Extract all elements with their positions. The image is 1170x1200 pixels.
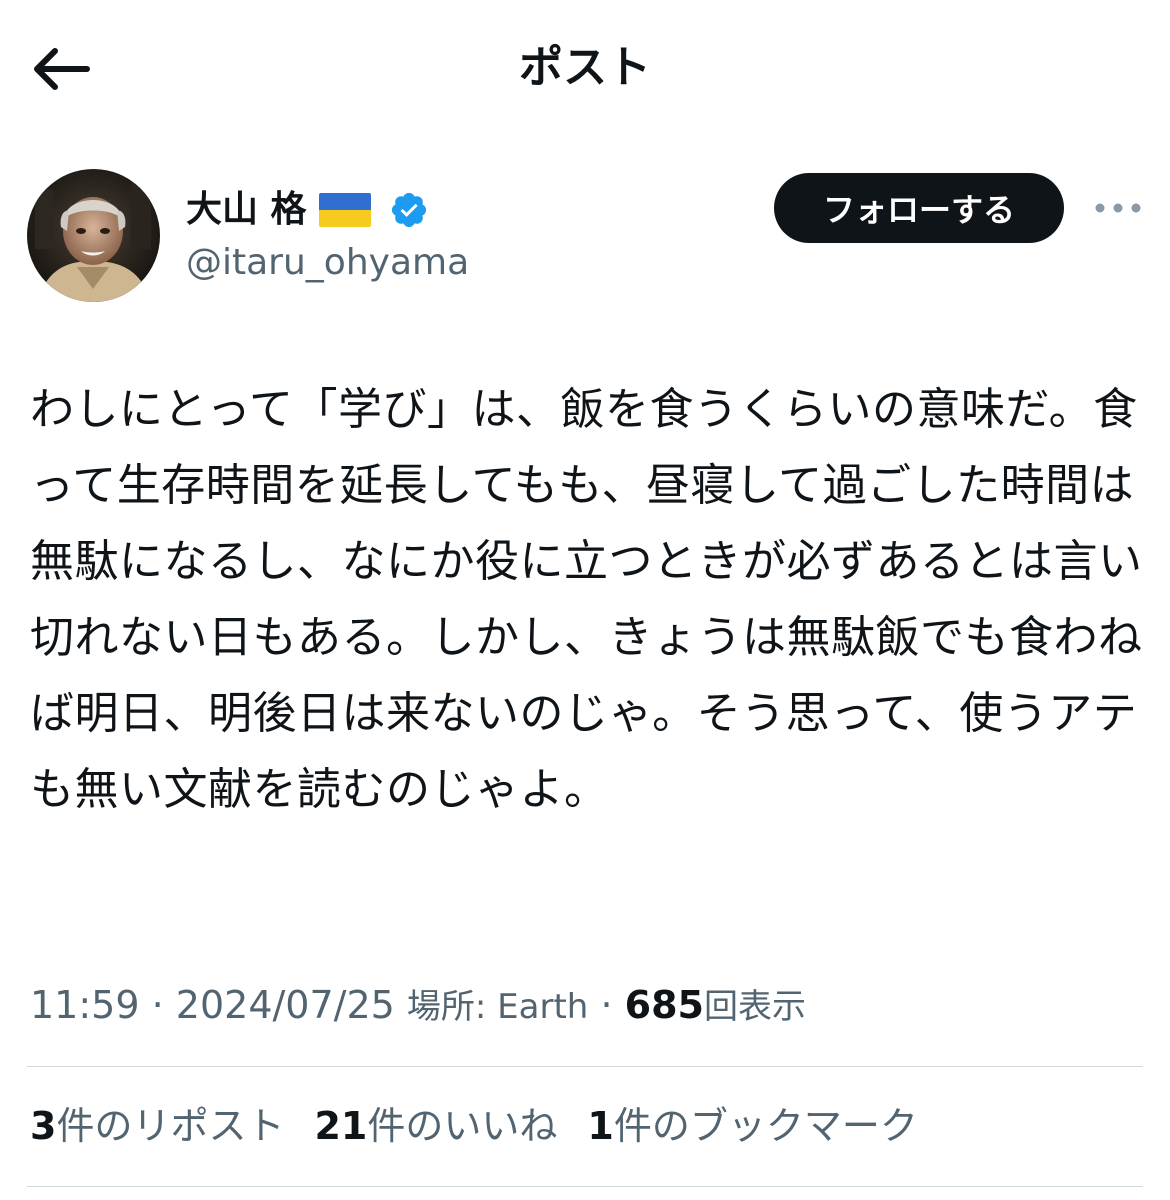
divider [27,1186,1143,1187]
meta-separator: · [151,983,164,1027]
author-name[interactable]: 大山 格 [186,186,307,234]
bookmarks-label: 件のブックマーク [613,1104,918,1148]
post-date[interactable]: 2024/07/25 [176,983,395,1027]
reposts-label: 件のリポスト [56,1104,285,1148]
page-title: ポスト [519,42,651,93]
bookmarks-stat[interactable]: 1件のブックマーク [587,1098,917,1154]
author-handle[interactable]: @itaru_ohyama [186,238,469,288]
author-name-row[interactable]: 大山 格 [186,182,429,238]
divider [27,1066,1143,1067]
more-button[interactable] [1090,190,1146,226]
post-location: 場所: Earth [406,987,589,1027]
views-label: 回表示 [703,987,806,1027]
bookmarks-count: 1 [587,1104,614,1148]
reposts-stat[interactable]: 3件のリポスト [30,1098,284,1154]
top-bar: ポスト [0,0,1170,140]
post-time[interactable]: 11:59 [30,983,140,1027]
reposts-count: 3 [30,1104,57,1148]
likes-stat[interactable]: 21件のいいね [314,1098,557,1154]
meta-separator: · [600,983,613,1027]
ukraine-flag-icon [318,193,371,227]
likes-count: 21 [314,1104,368,1148]
follow-button[interactable]: フォローする [774,173,1064,243]
avatar-image [27,169,160,302]
views-count: 685 [624,983,704,1027]
engagement-stats: 3件のリポスト 21件のいいね 1件のブックマーク [30,1098,948,1154]
more-horizontal-icon [1095,203,1141,213]
likes-label: 件のいいね [367,1104,558,1148]
post-text: わしにとって「学び」は、飯を食うくらいの意味だ。食って生存時間を延長してもも、昼… [30,384,1143,815]
post-meta: 11:59 · 2024/07/25 場所: Earth · 685回表示 [30,978,806,1034]
verified-badge-icon [391,192,426,228]
avatar[interactable] [27,169,160,302]
